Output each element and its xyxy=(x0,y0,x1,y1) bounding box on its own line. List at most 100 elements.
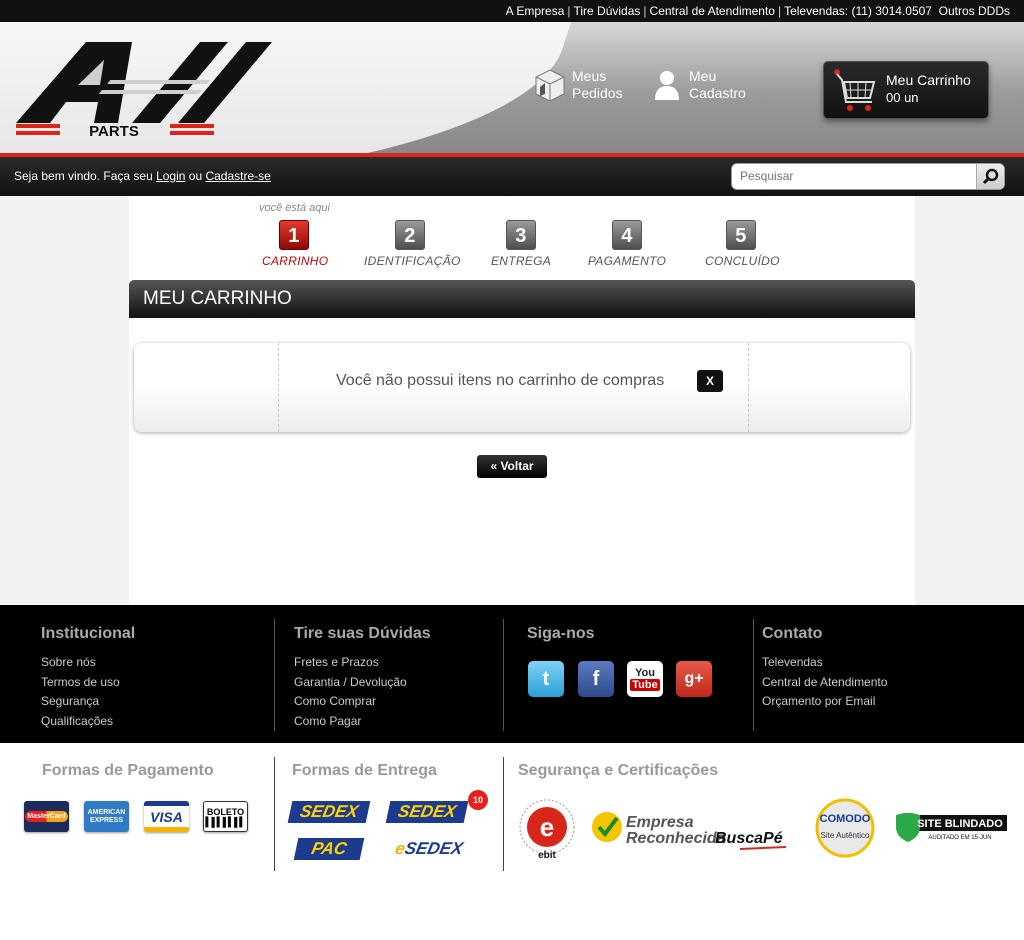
orders-line1: Meus xyxy=(572,68,607,84)
amex-icon: AMERICAN EXPRESS xyxy=(84,801,129,832)
pac-logo: PAC xyxy=(293,838,365,860)
my-account-link[interactable]: Meu Cadastro xyxy=(651,68,746,102)
footer-duvidas: Tire suas Dúvidas Fretes e Prazos Garant… xyxy=(294,625,431,731)
step-concluido: 5 CONCLUÍDO xyxy=(705,220,780,268)
youtube-icon[interactable]: You Tube xyxy=(627,661,663,697)
comodo-sub: Site Autêntico xyxy=(821,831,870,840)
ebit-text: ebit xyxy=(538,850,556,860)
step-number: 4 xyxy=(612,220,642,250)
link-central-atendimento[interactable]: Central de Atendimento xyxy=(650,4,775,18)
logo-sub-text: PARTS xyxy=(89,123,139,140)
step-pagamento: 4 PAGAMENTO xyxy=(587,220,667,268)
footer-heading: Siga-nos xyxy=(527,625,595,642)
top-bar: A Empresa | Tire Dúvidas | Central de Atendi… xyxy=(0,0,1024,22)
sedex10-badge: 10 xyxy=(468,790,488,810)
footer-link[interactable]: Termos de uso xyxy=(41,673,135,693)
blindado-sub: AUDITADO EM 15-JUN xyxy=(928,835,991,841)
blindado-text: SITE BLINDADO xyxy=(917,818,1003,830)
back-button[interactable]: « Voltar xyxy=(477,455,547,478)
footer-link[interactable]: Garantia / Devolução xyxy=(294,673,431,693)
site-logo[interactable]: PARTS xyxy=(14,40,272,140)
sedex-logo: SEDEX xyxy=(287,801,371,823)
visa-icon: VISA xyxy=(144,801,189,832)
televendas-phone: Televendas: (11) 3014.0507 xyxy=(784,4,932,18)
footer-contato: Contato Televendas Central de Atendiment… xyxy=(762,625,887,712)
link-empresa[interactable]: A Empresa xyxy=(506,4,565,18)
esedex-logo: e SEDEX xyxy=(385,838,473,860)
link-tire-duvidas[interactable]: Tire Dúvidas xyxy=(574,4,641,18)
footer-heading: Institucional xyxy=(41,625,136,642)
link-outros-ddds[interactable]: Outros DDDs xyxy=(939,4,1010,18)
search-icon xyxy=(982,168,998,184)
close-button[interactable]: X xyxy=(697,370,723,392)
welcome-or: ou xyxy=(185,169,206,183)
comodo-text: COMODO xyxy=(820,813,871,825)
footer-link[interactable]: Central de Atendimento xyxy=(762,673,887,693)
footer-link[interactable]: Como Pagar xyxy=(294,712,431,732)
footer-link[interactable]: Segurança xyxy=(41,692,135,712)
footer-institucional: Institucional Sobre nós Termos de uso Se… xyxy=(41,625,135,731)
welcome-prefix: Seja bem vindo. Faça seu xyxy=(14,169,157,183)
step-label: IDENTIFICAÇÃO xyxy=(364,254,461,268)
boleto-icon: BOLETO ▍▌▍▌▍▌▍ xyxy=(203,801,248,832)
shopping-cart-icon xyxy=(832,68,878,116)
welcome-message: Seja bem vindo. Faça seu Login ou Cadast… xyxy=(14,169,271,183)
step-number: 1 xyxy=(279,220,309,250)
step-number: 2 xyxy=(395,220,425,250)
footer-link[interactable]: Como Comprar xyxy=(294,692,431,712)
step-label: CARRINHO xyxy=(262,254,329,268)
bottom-badges: Formas de Pagamento MasterCard AMERICAN … xyxy=(0,743,1024,940)
payment-heading: Formas de Pagamento xyxy=(42,762,214,779)
footer-link[interactable]: Qualificações xyxy=(41,712,135,732)
my-orders-link[interactable]: Meus Pedidos xyxy=(534,68,623,102)
footer: Institucional Sobre nós Termos de uso Se… xyxy=(0,605,1024,743)
search-input[interactable] xyxy=(740,169,970,183)
comodo-seal: COMODO Site Autêntico xyxy=(812,798,878,858)
empty-cart-box: Você não possui itens no carrinho de com… xyxy=(134,343,910,432)
step-number: 3 xyxy=(506,220,536,250)
search-box xyxy=(731,163,1005,190)
site-blindado-seal: SITE BLINDADO AUDITADO EM 15-JUN xyxy=(894,812,1008,843)
step-label: ENTREGA xyxy=(491,254,552,268)
top-links: A Empresa | Tire Dúvidas | Central de Atendi… xyxy=(505,4,1010,18)
account-line1: Meu xyxy=(689,68,717,84)
empty-cart-message: Você não possui itens no carrinho de com… xyxy=(336,372,665,389)
google-plus-icon[interactable]: g+ xyxy=(676,661,712,697)
search-button[interactable] xyxy=(976,164,1004,189)
footer-link[interactable]: Fretes e Prazos xyxy=(294,653,431,673)
buscape-line2: Reconhecida xyxy=(626,830,726,847)
cart-title: Meu Carrinho xyxy=(886,72,971,88)
mastercard-icon: MasterCard xyxy=(24,801,69,832)
login-link[interactable]: Login xyxy=(156,169,185,183)
cart-button[interactable]: Meu Carrinho 00 un xyxy=(823,61,989,119)
footer-link[interactable]: Televendas xyxy=(762,653,887,673)
orders-line2: Pedidos xyxy=(572,85,623,101)
you-are-here-label: você está aqui xyxy=(259,202,330,214)
buscape-brand: BuscaPé xyxy=(715,830,783,847)
step-entrega: 3 ENTREGA xyxy=(491,220,551,268)
step-identificacao: 2 IDENTIFICAÇÃO xyxy=(364,220,461,268)
footer-heading: Contato xyxy=(762,625,823,642)
facebook-icon[interactable]: f xyxy=(578,661,614,697)
footer-siga: Siga-nos xyxy=(527,625,595,653)
page-title: MEU CARRINHO xyxy=(129,280,915,318)
buscape-seal: Empresa Reconhecida BuscaPé xyxy=(590,809,790,853)
footer-link[interactable]: Sobre nós xyxy=(41,653,135,673)
step-number: 5 xyxy=(726,220,756,250)
footer-heading: Tire suas Dúvidas xyxy=(294,625,431,642)
twitter-icon[interactable]: t xyxy=(528,661,564,697)
svg-text:e: e xyxy=(540,812,554,842)
signup-link[interactable]: Cadastre-se xyxy=(205,169,270,183)
buscape-line1: Empresa xyxy=(626,814,694,831)
cart-count: 00 un xyxy=(886,90,919,105)
account-line2: Cadastro xyxy=(689,85,746,101)
footer-link[interactable]: Orçamento por Email xyxy=(762,692,887,712)
sedex10-logo: SEDEX xyxy=(385,801,469,823)
user-icon xyxy=(651,68,683,102)
step-carrinho: 1 CARRINHO xyxy=(262,220,329,268)
box-icon xyxy=(534,68,566,102)
step-label: CONCLUÍDO xyxy=(705,254,780,268)
ebit-seal: e ebit xyxy=(518,798,576,861)
shipping-heading: Formas de Entrega xyxy=(292,762,437,779)
security-heading: Segurança e Certificações xyxy=(518,762,719,779)
